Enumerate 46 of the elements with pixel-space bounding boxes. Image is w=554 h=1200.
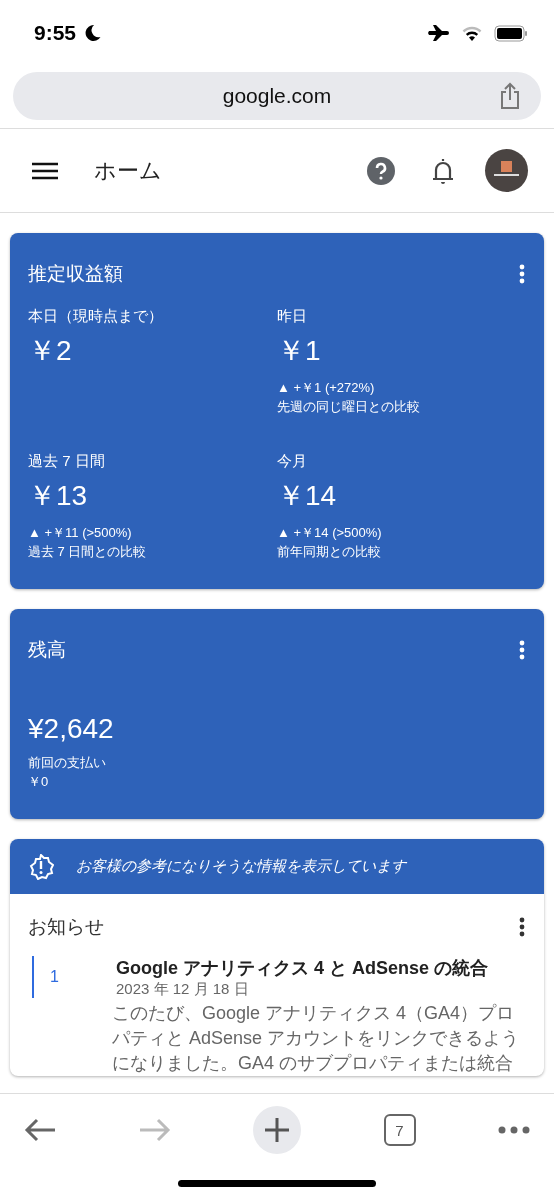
section-title: お知らせ xyxy=(28,915,104,939)
bell-icon[interactable] xyxy=(431,156,455,185)
clock-time: 9:55 xyxy=(34,21,77,45)
metric-change: ▲ +￥1 (+272%) xyxy=(277,379,376,397)
more-icon[interactable] xyxy=(518,916,526,938)
metric-value: ￥13 xyxy=(28,479,89,513)
moon-icon xyxy=(84,24,102,42)
battery-icon xyxy=(494,24,528,42)
more-icon[interactable] xyxy=(518,263,526,285)
metric-change: ▲ +￥14 (>500%) xyxy=(277,524,383,542)
wifi-icon xyxy=(462,25,482,41)
airplane-icon xyxy=(428,24,450,42)
metric-label: 今月 xyxy=(277,452,308,471)
banner-text: お客様の参考になりそうな情報を表示しています xyxy=(76,857,406,876)
metric-label: 昨日 xyxy=(277,307,308,326)
payment-amount: ￥0 xyxy=(28,773,50,791)
card-title: 推定収益額 xyxy=(28,262,123,286)
back-icon[interactable] xyxy=(24,1118,56,1142)
announcement-text: このたび、Google アナリティクス 4（GA4）プロパティと AdSense アカウントをリンクできるようになりました。GA4 のサブプロパティまたは統合 xyxy=(112,1002,520,1075)
more-icon[interactable] xyxy=(518,639,526,661)
metric-value: ￥1 xyxy=(277,334,322,368)
menu-icon[interactable] xyxy=(32,161,58,180)
metric-label: 過去 7 日間 xyxy=(28,452,106,471)
help-icon[interactable] xyxy=(367,156,395,185)
alert-badge-icon xyxy=(28,853,54,880)
metric-comparison: 前年同期との比較 xyxy=(277,543,382,561)
page-title: ホーム xyxy=(94,156,163,185)
announcement-date: 2023 年 12 月 18 日 xyxy=(116,980,250,999)
payment-label: 前回の支払い xyxy=(28,754,107,772)
plus-icon xyxy=(264,1117,290,1143)
more-icon[interactable] xyxy=(498,1126,530,1134)
address-bar[interactable]: google.com xyxy=(13,72,541,120)
metric-comparison: 先週の同じ曜日との比較 xyxy=(277,398,421,416)
balance-amount: ¥2,642 xyxy=(28,713,115,745)
metric-change: ▲ +￥11 (>500%) xyxy=(28,524,133,542)
metric-value: ￥2 xyxy=(28,334,73,368)
card-title: 残高 xyxy=(28,638,66,662)
new-tab-button[interactable] xyxy=(253,1106,301,1154)
item-number: 1 xyxy=(32,956,116,998)
avatar[interactable] xyxy=(485,149,528,192)
announcement-title[interactable]: Google アナリティクス 4 と AdSense の統合 xyxy=(116,958,489,978)
metric-label: 本日（現時点まで） xyxy=(28,307,164,326)
metric-comparison: 過去 7 日間との比較 xyxy=(28,543,148,561)
metric-value: ￥14 xyxy=(277,479,338,513)
url-text: google.com xyxy=(222,84,332,108)
tabs-button[interactable]: 7 xyxy=(383,1114,416,1146)
